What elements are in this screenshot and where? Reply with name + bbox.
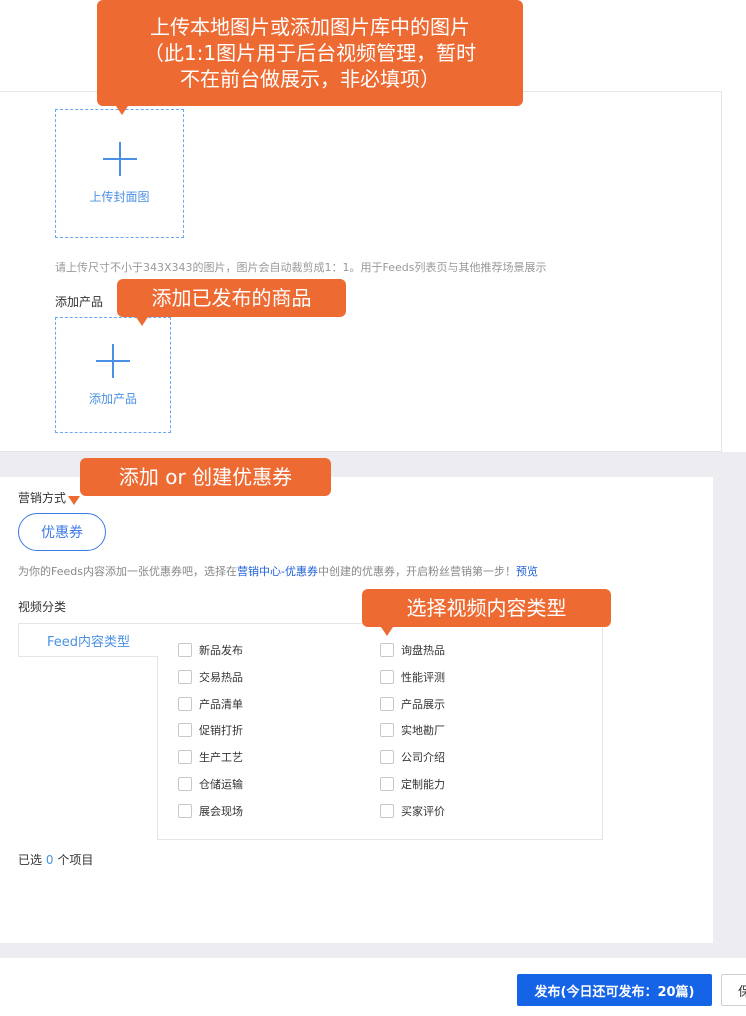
coupon-desc-prefix: 为你的Feeds内容添加一张优惠券吧，选择在 (18, 565, 237, 578)
plus-icon (96, 343, 130, 378)
category-option-label: 实地勘厂 (401, 724, 445, 738)
selected-prefix: 已选 (18, 853, 43, 867)
tab-feed-content-type[interactable]: Feed内容类型 (18, 623, 158, 657)
callout-category-text: 选择视频内容类型 (406, 596, 567, 620)
category-option-label: 公司介绍 (401, 751, 445, 765)
checkbox-icon[interactable] (380, 803, 394, 818)
category-option[interactable]: 交易热品 (178, 669, 243, 685)
callout-category-pointer (381, 627, 393, 636)
category-option-label: 产品清单 (199, 697, 243, 711)
category-option[interactable]: 实地勘厂 (380, 722, 445, 738)
category-right-column: 询盘热品性能评测产品展示实地勘厂公司介绍定制能力买家评价 (380, 642, 560, 822)
category-option[interactable]: 产品展示 (380, 696, 445, 712)
callout-cover-line3: 不在前台做展示，非必填项） (180, 67, 440, 91)
callout-cover-line1: 上传本地图片或添加图片库中的图片 (150, 15, 470, 39)
category-option-label: 新品发布 (199, 644, 243, 657)
coupon-button[interactable]: 优惠券 (18, 513, 106, 551)
marketing-label: 营销方式 (18, 491, 67, 505)
checkbox-icon[interactable] (380, 723, 394, 738)
checkbox-icon[interactable] (380, 669, 394, 684)
category-option-label: 询盘热品 (401, 644, 445, 657)
category-option[interactable]: 生产工艺 (178, 749, 243, 765)
callout-product: 添加已发布的商品 (117, 279, 346, 317)
category-option-label: 交易热品 (199, 670, 243, 684)
category-option[interactable]: 询盘热品 (380, 642, 445, 658)
category-left-column: 新品发布交易热品产品清单促销打折生产工艺仓储运输展会现场 (178, 642, 358, 822)
selected-count: 已选 0 个项目 (18, 851, 93, 868)
callout-coupon-pointer (68, 496, 80, 505)
checkbox-icon[interactable] (178, 803, 192, 818)
category-option-label: 展会现场 (199, 804, 243, 818)
category-option-label: 定制能力 (401, 778, 445, 791)
callout-product-text: 添加已发布的商品 (151, 286, 312, 310)
checkbox-icon[interactable] (178, 696, 192, 711)
category-option[interactable]: 新品发布 (178, 642, 243, 658)
category-option[interactable]: 仓储运输 (178, 776, 243, 792)
coupon-description: 为你的Feeds内容添加一张优惠券吧，选择在营销中心-优惠券中创建的优惠券，开启… (18, 563, 708, 579)
callout-cover-line2: （此1:1图片用于后台视频管理，暂时 (143, 41, 477, 65)
callout-category: 选择视频内容类型 (362, 589, 611, 627)
plus-icon (102, 142, 137, 176)
video-category-label: 视频分类 (18, 600, 67, 614)
category-option-label: 仓储运输 (199, 778, 243, 791)
checkbox-icon[interactable] (178, 723, 192, 738)
category-option-label: 促销打折 (199, 724, 243, 738)
save-button[interactable]: 保 (721, 974, 746, 1006)
checkbox-icon[interactable] (178, 750, 192, 765)
category-option-label: 性能评测 (401, 670, 445, 684)
checkbox-icon[interactable] (380, 750, 394, 765)
callout-coupon: 添加 or 创建优惠券 (80, 458, 331, 496)
preview-link[interactable]: 预览 (516, 565, 538, 578)
add-product-box-label: 添加产品 (88, 391, 137, 406)
publish-button[interactable]: 发布(今日还可发布：20篇) (517, 974, 712, 1006)
category-option[interactable]: 买家评价 (380, 803, 445, 819)
upload-cover-box[interactable]: 上传封面图 (55, 109, 184, 238)
callout-product-pointer (136, 317, 148, 326)
checkbox-icon[interactable] (380, 643, 394, 657)
checkbox-icon[interactable] (380, 777, 394, 791)
checkbox-icon[interactable] (178, 777, 192, 791)
callout-cover: 上传本地图片或添加图片库中的图片 （此1:1图片用于后台视频管理，暂时 不在前台… (97, 0, 523, 106)
category-option[interactable]: 性能评测 (380, 669, 445, 685)
category-option[interactable]: 展会现场 (178, 803, 243, 819)
coupon-desc-middle: 中创建的优惠券，开启粉丝营销第一步！ (317, 565, 516, 578)
coupon-center-link[interactable]: 营销中心-优惠券 (237, 565, 318, 578)
category-option-label: 买家评价 (401, 804, 445, 818)
callout-cover-pointer (116, 106, 128, 115)
selected-number: 0 (45, 853, 54, 867)
checkbox-icon[interactable] (178, 669, 192, 684)
upload-cover-hint: 请上传尺寸不小于343X343的图片，图片会自动裁剪成1：1。用于Feeds列表… (55, 261, 547, 274)
category-option[interactable]: 促销打折 (178, 722, 243, 738)
checkbox-icon[interactable] (380, 696, 394, 711)
category-option-label: 产品展示 (401, 697, 445, 711)
callout-coupon-text: 添加 or 创建优惠券 (118, 465, 293, 489)
category-option[interactable]: 定制能力 (380, 776, 445, 792)
selected-suffix: 个项目 (57, 853, 94, 867)
upload-cover-label: 上传封面图 (89, 190, 150, 204)
category-option[interactable]: 产品清单 (178, 696, 243, 712)
add-product-box[interactable]: 添加产品 (55, 317, 171, 433)
add-product-label: 添加产品 (55, 295, 104, 309)
category-option[interactable]: 公司介绍 (380, 749, 445, 765)
checkbox-icon[interactable] (178, 643, 192, 657)
category-option-label: 生产工艺 (199, 751, 243, 765)
